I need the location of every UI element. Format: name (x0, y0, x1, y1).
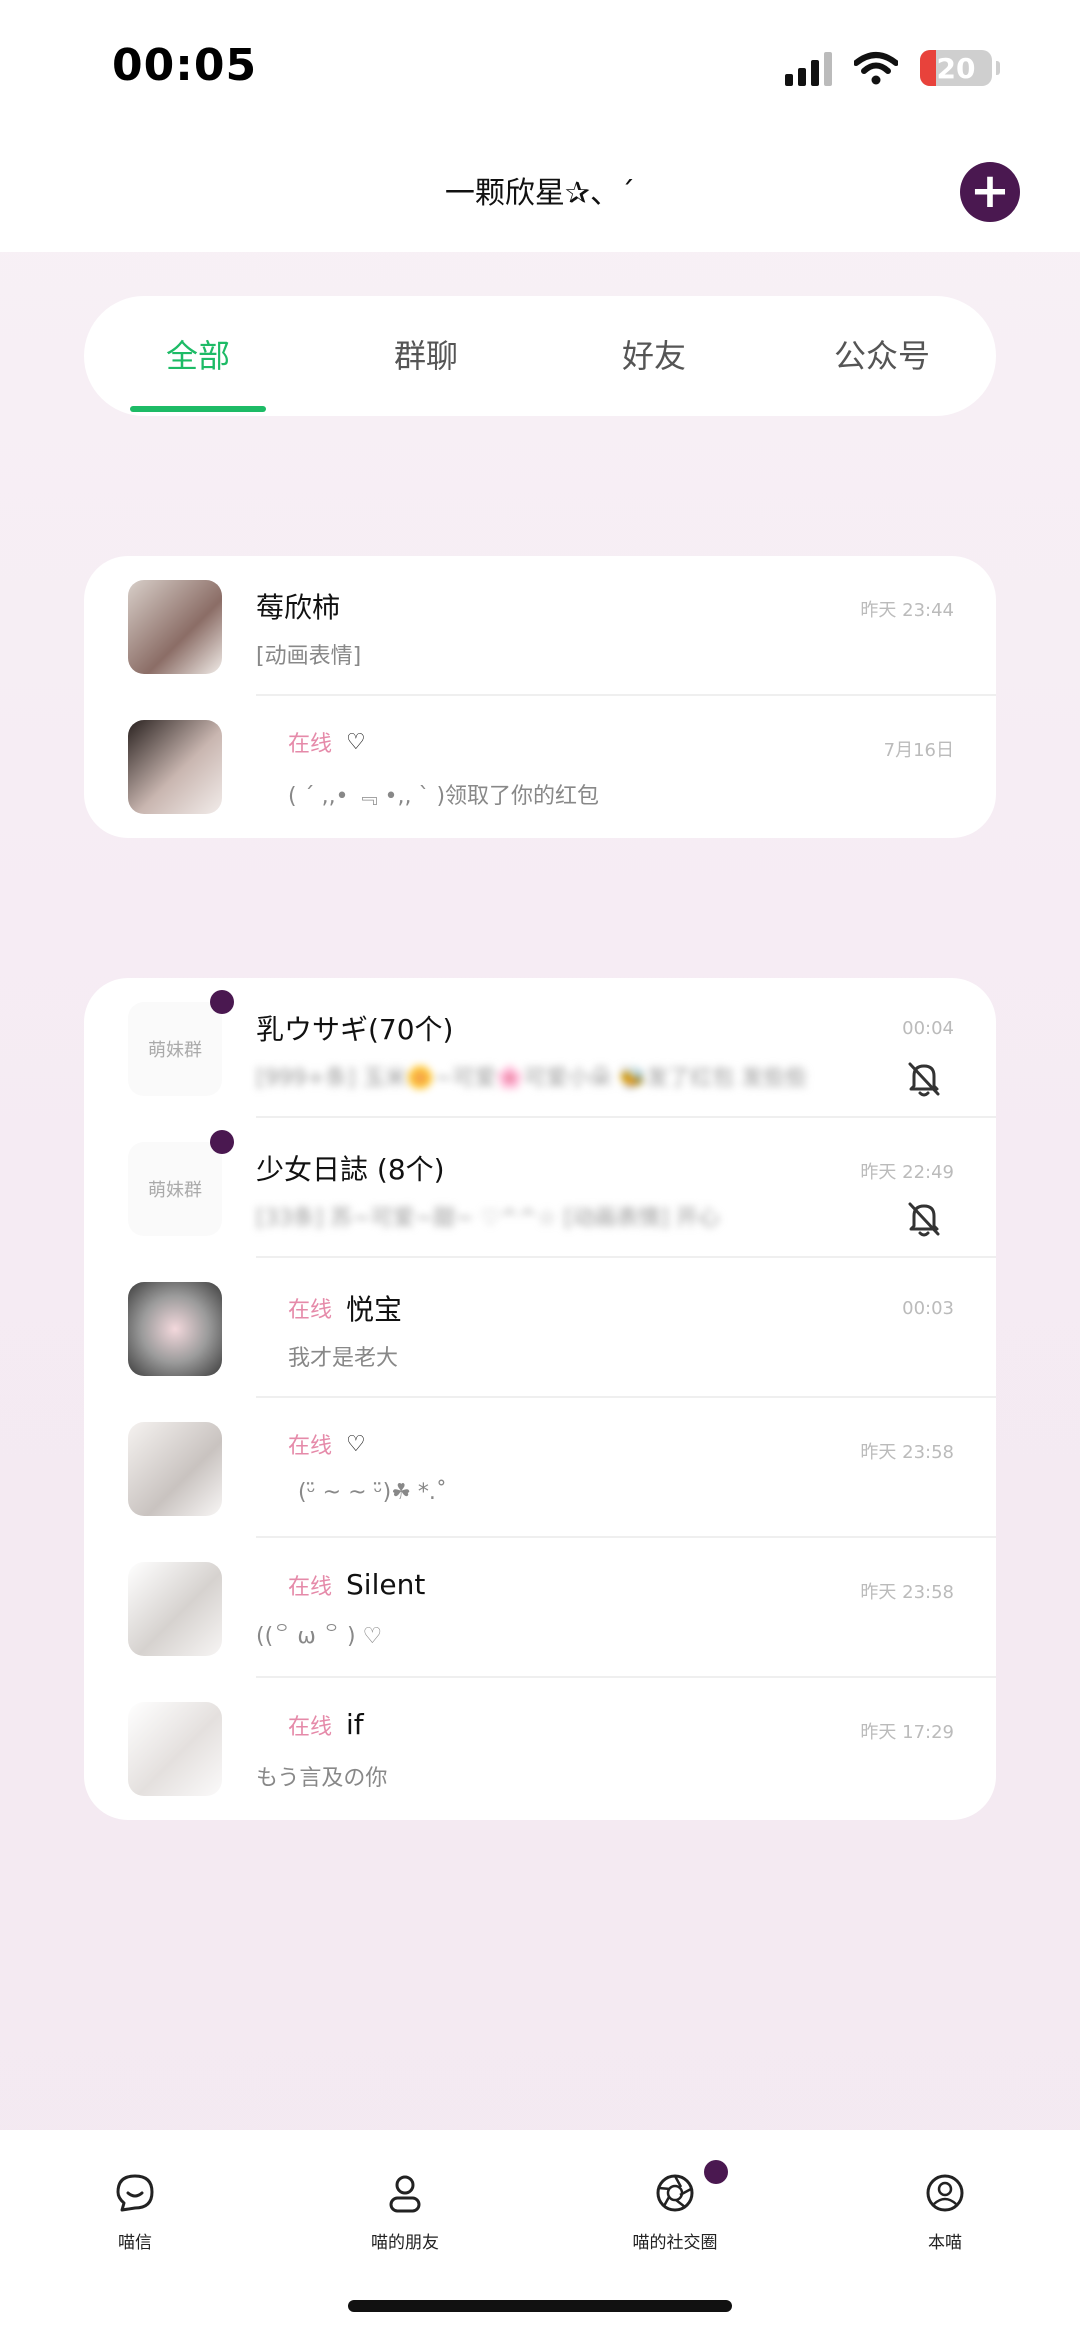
wifi-icon (854, 52, 898, 85)
muted-bell-icon (908, 1062, 940, 1097)
chat-row[interactable]: 在线 ♡ (ᵕ̈ ~ ~ ᵕ̈)☘︎ *.˚ 昨天 23:58 (84, 1398, 996, 1538)
chat-preview: ((꒪ ω ꒪ ) ♡ (256, 1624, 383, 1649)
chat-name: Silent (346, 1568, 426, 1601)
chat-time: 7月16日 (883, 740, 954, 761)
avatar (128, 1282, 222, 1376)
chat-name: 莓欣柿 (256, 591, 341, 624)
nav-label: 喵的社交圈 (632, 2233, 718, 2253)
chat-row[interactable]: 萌妹群 乳ウサギ(70个) [999+条] 玉米🌼~可爱🌸可爱小朵 🐝发了红包 … (84, 978, 996, 1118)
profile-icon (926, 2174, 964, 2212)
chat-preview: 我才是老大 (288, 1346, 399, 1371)
chat-row[interactable]: 萌妹群 少女日誌 (8个) [33条] 苏~可爱~甜~ ♡^^☆ [动画表情] … (84, 1118, 996, 1258)
online-status: 在线 (288, 1714, 333, 1740)
chat-row[interactable]: 在线 Silent ((꒪ ω ꒪ ) ♡ 昨天 23:58 (84, 1538, 996, 1678)
nav-label: 喵信 (118, 2233, 152, 2253)
muted-bell-icon (908, 1202, 940, 1237)
tab-official-accounts[interactable]: 公众号 (768, 296, 996, 416)
chat-time: 昨天 22:49 (860, 1162, 954, 1183)
plus-icon: + (969, 163, 1011, 219)
camera-shutter-icon (656, 2174, 694, 2212)
avatar (128, 1562, 222, 1656)
chat-name-line: 莓欣柿 (256, 586, 340, 626)
group-avatar: 萌妹群 (128, 1002, 222, 1096)
chat-list-screen: 00:05 20 一颗欣星✰、´ + 全部 群聊 好友 公众号 莓欣柿 [动画表… (0, 0, 1080, 2337)
chat-row[interactable]: 在线 ♡ ( ˊ ,,• ﹃ •,, ˋ )领取了你的红包 7月16日 (84, 696, 996, 836)
chat-name: 乳ウサギ(70个) (256, 1013, 454, 1046)
chat-name-line: 在线 悦宝 (288, 1288, 402, 1328)
cellular-signal-icon (785, 50, 832, 86)
page-title: 一颗欣星✰、´ (444, 176, 636, 211)
chat-name-line: 在线 ♡ (288, 726, 366, 758)
chat-time: 昨天 17:29 (860, 1722, 954, 1743)
home-indicator[interactable] (348, 2300, 732, 2312)
chat-preview: もう言及の你 (256, 1766, 388, 1791)
chat-preview: [33条] 苏~可爱~甜~ ♡^^☆ [动画表情] 开心 (256, 1206, 720, 1231)
online-status: 在线 (288, 1298, 333, 1323)
chat-time: 昨天 23:44 (860, 600, 954, 621)
chat-time: 昨天 23:58 (860, 1582, 954, 1603)
tab-groups[interactable]: 群聊 (312, 296, 540, 416)
chat-time: 昨天 23:58 (860, 1442, 954, 1463)
avatar (128, 580, 222, 674)
chat-name: if (346, 1708, 364, 1741)
unread-dot (210, 1130, 234, 1154)
chat-name: 悦宝 (346, 1293, 403, 1326)
unread-dot (704, 2160, 728, 2184)
group-avatar: 萌妹群 (128, 1142, 222, 1236)
status-bar: 00:05 20 (0, 0, 1080, 140)
chat-icon (116, 2174, 154, 2212)
battery-level: 20 (936, 52, 976, 85)
top-header: 一颗欣星✰、´ + (0, 140, 1080, 252)
chat-name-line: 在线 ♡ (288, 1428, 366, 1460)
chat-time: 00:04 (902, 1018, 954, 1039)
chat-preview: ( ˊ ,,• ﹃ •,, ˋ )领取了你的红包 (288, 784, 600, 809)
nav-label: 本喵 (928, 2233, 962, 2253)
avatar (128, 1422, 222, 1516)
avatar (128, 720, 222, 814)
unread-dot (210, 990, 234, 1014)
battery-icon: 20 (920, 50, 992, 86)
battery-tip (996, 61, 1000, 75)
online-status: 在线 (288, 1574, 333, 1600)
chat-name-line: 少女日誌 (8个) (256, 1148, 445, 1188)
status-icons: 20 (785, 50, 1000, 86)
nav-me[interactable]: 本喵 (810, 2130, 1080, 2337)
chat-row[interactable]: 在线 悦宝 我才是老大 00:03 (84, 1258, 996, 1398)
chat-row[interactable]: 在线 if もう言及の你 昨天 17:29 (84, 1678, 996, 1818)
chat-name: 少女日誌 (8个) (256, 1153, 445, 1186)
filter-tabs: 全部 群聊 好友 公众号 (84, 296, 996, 416)
chat-preview: [动画表情] (256, 644, 362, 669)
chat-name-line: 乳ウサギ(70个) (256, 1008, 453, 1048)
chat-row[interactable]: 莓欣柿 [动画表情] 昨天 23:44 (84, 556, 996, 696)
add-button[interactable]: + (960, 162, 1020, 222)
heart-icon: ♡ (346, 1431, 366, 1457)
contacts-icon (389, 2175, 421, 2213)
chat-time: 00:03 (902, 1298, 954, 1319)
heart-icon: ♡ (346, 729, 366, 755)
status-time: 00:05 (112, 40, 258, 91)
chat-name-line: 在线 if (288, 1708, 364, 1741)
pinned-chats-card: 莓欣柿 [动画表情] 昨天 23:44 在线 ♡ ( ˊ ,,• ﹃ •,, ˋ… (84, 556, 996, 838)
nav-label: 喵的朋友 (371, 2233, 439, 2253)
chat-name-line: 在线 Silent (288, 1568, 425, 1601)
online-status: 在线 (288, 732, 333, 757)
group-avatar-label: 萌妹群 (148, 1180, 202, 1201)
nav-messages[interactable]: 喵信 (0, 2130, 270, 2337)
avatar (128, 1702, 222, 1796)
chat-preview: [999+条] 玉米🌼~可爱🌸可爱小朵 🐝发了红包 发些些 (256, 1066, 808, 1091)
tab-all[interactable]: 全部 (84, 296, 312, 416)
online-status: 在线 (288, 1434, 333, 1459)
chats-card: 萌妹群 乳ウサギ(70个) [999+条] 玉米🌼~可爱🌸可爱小朵 🐝发了红包 … (84, 978, 996, 1820)
tab-friends[interactable]: 好友 (540, 296, 768, 416)
group-avatar-label: 萌妹群 (148, 1040, 202, 1061)
chat-preview: (ᵕ̈ ~ ~ ᵕ̈)☘︎ *.˚ (298, 1480, 447, 1505)
